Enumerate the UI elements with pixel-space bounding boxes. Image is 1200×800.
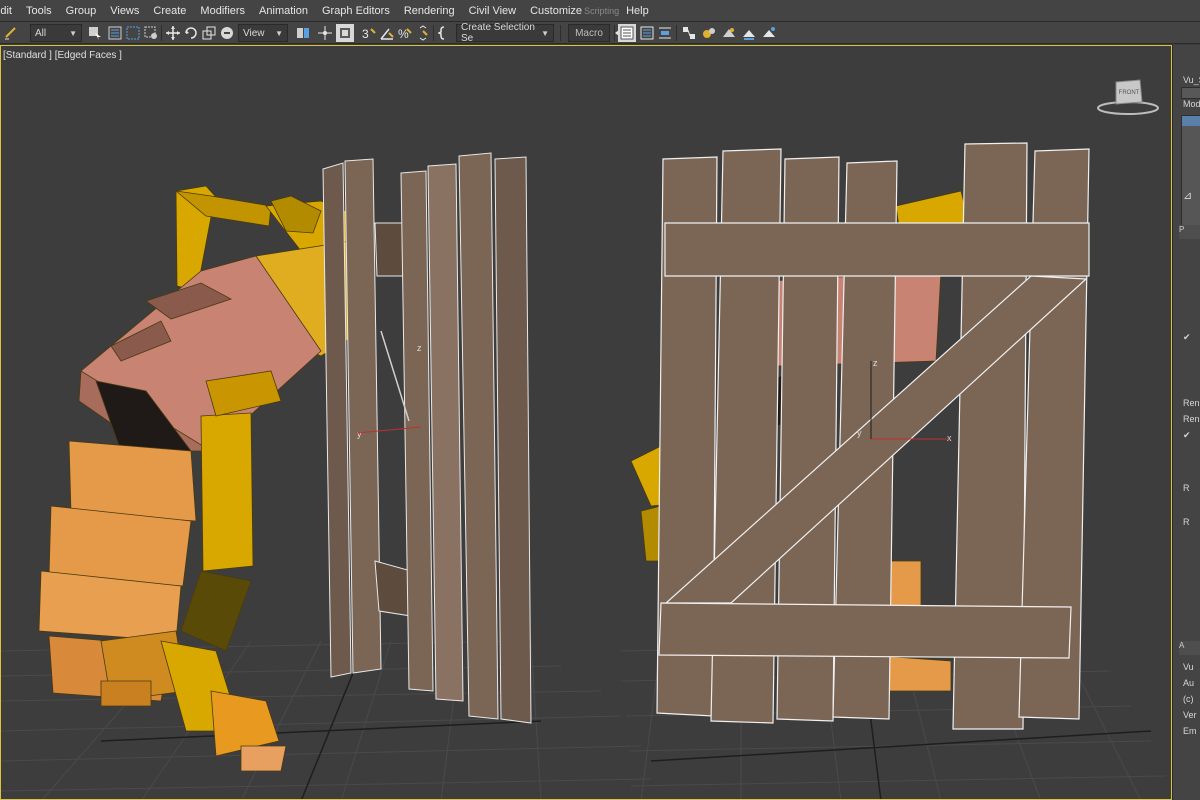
command-panel: Vu_S Modi ⊿ P ✔ Ren Ren ✔ R R A Vu Au (c… <box>1172 45 1200 800</box>
menu-civil-view[interactable]: Civil View <box>463 0 524 22</box>
rendered-frame-icon[interactable] <box>740 24 758 42</box>
checkmark-icon: ✔ <box>1183 332 1191 342</box>
reference-coordinate-dropdown[interactable]: View ▼ <box>238 24 288 42</box>
rectangular-selection-icon[interactable] <box>124 24 142 42</box>
wooden-gate-right <box>656 142 1090 730</box>
menu-help[interactable]: Help <box>620 0 657 22</box>
macro-recorder-button[interactable]: Macro <box>568 24 610 42</box>
schematic-view-icon[interactable] <box>680 24 698 42</box>
checkmark-icon: ✔ <box>1183 430 1191 440</box>
layer-explorer-icon[interactable] <box>618 24 636 42</box>
menu-group[interactable]: Group <box>60 0 105 22</box>
toolbar-divider <box>614 25 615 41</box>
chevron-down-icon: ▼ <box>69 28 77 38</box>
angle-snap-icon[interactable] <box>378 24 396 42</box>
axis-label-z: z <box>417 343 422 353</box>
link-icon[interactable] <box>2 24 20 42</box>
modifier-stack[interactable] <box>1181 115 1200 235</box>
menu-scripting[interactable]: Scripting <box>584 0 620 22</box>
render-setup-icon[interactable] <box>720 24 738 42</box>
rollout-parameters[interactable]: P <box>1179 225 1200 239</box>
parameter-label-r-2: R <box>1183 517 1190 527</box>
pivot-center-icon[interactable] <box>294 24 312 42</box>
about-label-copyright: (c) <box>1183 694 1194 704</box>
svg-text:3: 3 <box>362 27 369 41</box>
perspective-viewport[interactable]: z y z y x [Standard ] [Edged Faces ] FRO… <box>0 45 1172 800</box>
scene-canvas: z y z y x <box>1 142 1167 799</box>
parameter-label-ren-2: Ren <box>1183 414 1200 424</box>
scene-explorer-icon[interactable] <box>638 24 656 42</box>
chevron-down-icon: ▼ <box>275 28 283 38</box>
rollout-parameters-label: P <box>1179 225 1185 234</box>
parameter-label-r-1: R <box>1183 483 1190 493</box>
viewport-label[interactable]: [Standard ] [Edged Faces ] <box>3 50 122 61</box>
snap-3d-icon[interactable]: 3 <box>360 24 378 42</box>
menu-bar: Edit Tools Group Views Create Modifiers … <box>0 0 1200 22</box>
toolbar-divider <box>560 25 561 41</box>
spinner-snap-icon[interactable] <box>414 24 432 42</box>
keyboard-shortcut-icon[interactable] <box>336 24 354 42</box>
about-label-em: Em <box>1183 726 1197 736</box>
named-selection-set-value: Create Selection Se <box>461 22 535 44</box>
scale-icon[interactable] <box>200 24 218 42</box>
window-crossing-icon[interactable] <box>142 24 160 42</box>
about-label-ver: Ver <box>1183 710 1197 720</box>
parameter-label-ren-1: Ren <box>1183 398 1200 408</box>
viewcube-label: FRONT <box>1119 90 1140 96</box>
pin-stack-icon[interactable]: ⊿ <box>1183 189 1192 202</box>
viewcube[interactable]: FRONT <box>1096 76 1161 116</box>
modifier-stack-selected[interactable] <box>1182 116 1200 126</box>
wooden-gate-left <box>322 152 532 724</box>
object-color-swatch[interactable] <box>1181 87 1200 99</box>
about-label-au: Au <box>1183 678 1195 688</box>
render-production-icon[interactable] <box>760 24 778 42</box>
selection-filter-dropdown[interactable]: All ▼ <box>30 24 82 42</box>
axis-label-y2: y <box>857 428 862 438</box>
main-toolbar: All ▼ View ▼ 3 % Create Selection Se ▼ M… <box>0 22 1200 44</box>
move-icon[interactable] <box>164 24 182 42</box>
toolbar-divider <box>676 25 677 41</box>
menu-views[interactable]: Views <box>104 0 147 22</box>
menu-customize[interactable]: Customize <box>524 0 584 22</box>
reference-coordinate-value: View <box>243 27 265 39</box>
axis-label-z2: z <box>873 358 878 368</box>
place-icon[interactable] <box>218 24 236 42</box>
align-icon[interactable] <box>656 24 674 42</box>
about-label-vu: Vu <box>1183 662 1194 672</box>
menu-tools[interactable]: Tools <box>20 0 60 22</box>
menu-animation[interactable]: Animation <box>253 0 316 22</box>
percent-snap-icon[interactable]: % <box>396 24 414 42</box>
robot-character-left <box>38 185 364 772</box>
chevron-down-icon: ▼ <box>541 28 549 38</box>
axis-label-y: y <box>357 429 362 439</box>
axis-label-x2: x <box>947 433 952 443</box>
toolbar-divider <box>433 25 434 41</box>
selection-filter-value: All <box>35 27 47 39</box>
edit-named-selection-icon[interactable] <box>437 24 455 42</box>
menu-edit[interactable]: Edit <box>0 0 20 22</box>
named-selection-set-dropdown[interactable]: Create Selection Se ▼ <box>456 22 554 44</box>
macro-recorder-label: Macro <box>575 27 603 39</box>
modifier-list-label[interactable]: Modi <box>1183 99 1200 109</box>
select-by-name-icon[interactable] <box>106 24 124 42</box>
menu-modifiers[interactable]: Modifiers <box>194 0 253 22</box>
object-name-field[interactable]: Vu_S <box>1183 75 1200 85</box>
menu-create[interactable]: Create <box>147 0 194 22</box>
select-object-icon[interactable] <box>86 24 104 42</box>
rollout-about-label: A <box>1179 641 1185 650</box>
menu-rendering[interactable]: Rendering <box>398 0 463 22</box>
rotate-icon[interactable] <box>182 24 200 42</box>
material-editor-icon[interactable] <box>700 24 718 42</box>
menu-graph-editors[interactable]: Graph Editors <box>316 0 398 22</box>
rollout-about[interactable]: A <box>1179 641 1200 655</box>
select-manipulate-icon[interactable] <box>316 24 334 42</box>
toolbar-divider <box>161 25 162 41</box>
